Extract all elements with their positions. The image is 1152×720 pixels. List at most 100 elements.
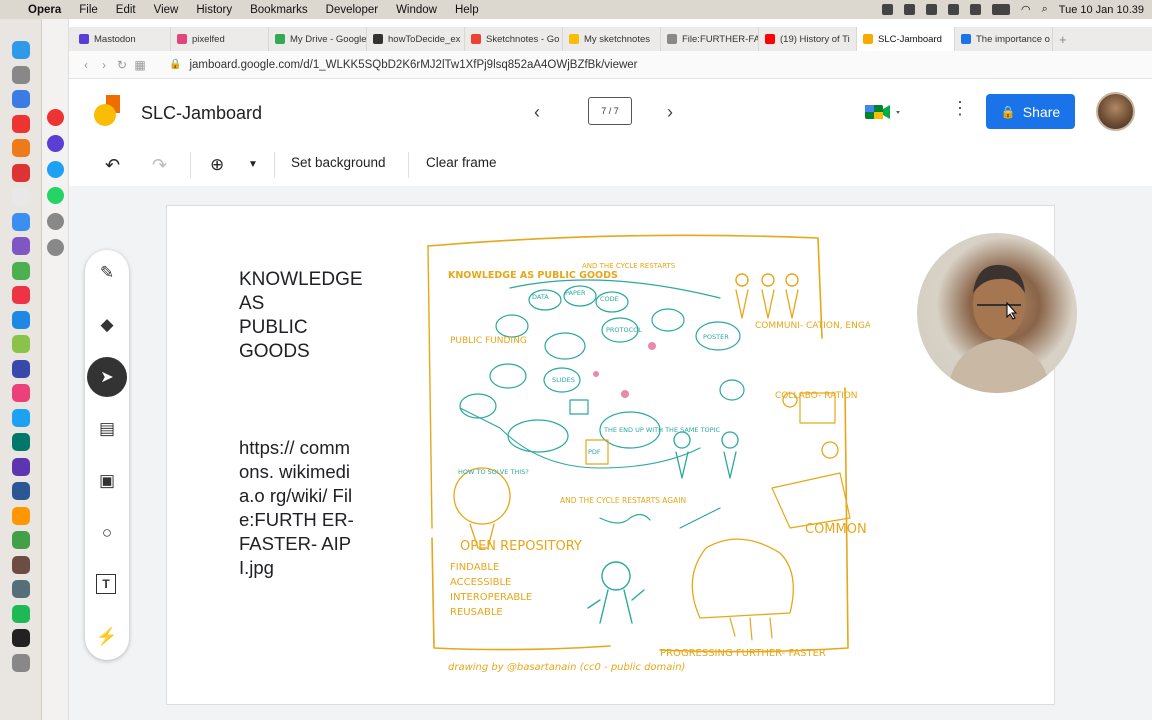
tab-google-drive[interactable]: My Drive - Google: [269, 27, 367, 51]
sidebar-shortcut-icon[interactable]: [47, 161, 64, 178]
dock-app-icon[interactable]: [12, 359, 30, 378]
tab-pixelfed[interactable]: pixelfed: [171, 27, 269, 51]
dock-app-icon[interactable]: [12, 310, 30, 329]
dock-app-icon[interactable]: [12, 114, 30, 133]
frame-text[interactable]: KNOWLEDGE AS PUBLIC GOODS https:// commo…: [239, 268, 363, 580]
menu-file[interactable]: File: [79, 4, 98, 16]
dock-app-icon[interactable]: [12, 212, 30, 231]
next-frame-icon[interactable]: ›: [667, 102, 673, 123]
dock-app-icon[interactable]: [12, 482, 30, 500]
dock-app-icon[interactable]: [12, 384, 30, 402]
dock-app-icon[interactable]: [12, 286, 30, 304]
dock-app-icon[interactable]: [12, 604, 30, 623]
menu-edit[interactable]: Edit: [116, 4, 136, 16]
status-icon[interactable]: [926, 4, 937, 15]
back-icon[interactable]: ‹: [77, 58, 95, 72]
user-avatar[interactable]: [1096, 92, 1135, 131]
previous-frame-icon[interactable]: ‹: [534, 102, 540, 123]
status-icon[interactable]: [970, 4, 981, 15]
wifi-icon[interactable]: ◠: [1021, 3, 1031, 16]
zoom-icon[interactable]: ⊕: [210, 155, 224, 175]
reload-icon[interactable]: ↻: [113, 58, 131, 72]
menu-view[interactable]: View: [154, 4, 179, 16]
laser-pointer-icon[interactable]: ⚡: [96, 626, 118, 648]
tabs-grid-icon[interactable]: ▦: [131, 58, 149, 72]
dock-app-icon[interactable]: [12, 408, 30, 427]
dock-app-icon[interactable]: [12, 531, 30, 549]
sketch-cycle-top: AND THE CYCLE RESTARTS: [582, 262, 676, 270]
sidebar-shortcut-icon[interactable]: [47, 239, 64, 256]
menu-history[interactable]: History: [196, 4, 232, 16]
sidebar-shortcut-icon[interactable]: [47, 187, 64, 204]
sketch-progressing: PROGRESSING FURTHER- FASTER: [660, 648, 826, 659]
frame-counter[interactable]: 7 / 7: [588, 97, 632, 125]
lock-icon: 🔒: [1000, 104, 1016, 119]
url-field[interactable]: jamboard.google.com/d/1_WLKK5SQbD2K6rMJ2…: [189, 59, 637, 71]
sticky-note-icon[interactable]: ▤: [96, 418, 118, 440]
new-tab-button[interactable]: +: [1059, 32, 1067, 47]
sidebar-shortcut-icon[interactable]: [47, 109, 64, 126]
circle-shape-icon[interactable]: ○: [96, 522, 118, 544]
zoom-dropdown-icon[interactable]: ▼: [248, 159, 258, 170]
dock-app-icon[interactable]: [12, 433, 30, 451]
tab-sketchnotes[interactable]: Sketchnotes - Go: [465, 27, 563, 51]
menubar-clock[interactable]: Tue 10 Jan 10.39: [1059, 4, 1144, 16]
toolbar-divider: [274, 152, 275, 178]
status-icon[interactable]: [904, 4, 915, 15]
tab-my-sketchnotes[interactable]: My sketchnotes: [563, 27, 661, 51]
dock-app-icon[interactable]: [12, 65, 30, 84]
tab-file-further[interactable]: File:FURTHER-FA: [661, 27, 759, 51]
document-title[interactable]: SLC-Jamboard: [141, 103, 262, 124]
dock-app-icon[interactable]: [12, 629, 30, 647]
select-tool-icon[interactable]: ➤: [87, 357, 127, 397]
dock-app-icon[interactable]: [12, 237, 30, 255]
tab-importance[interactable]: The importance o: [955, 27, 1053, 51]
clear-frame-button[interactable]: Clear frame: [426, 155, 497, 170]
tab-mastodon[interactable]: Mastodon: [73, 27, 171, 51]
dock-app-icon[interactable]: [12, 261, 30, 280]
dock-app-icon[interactable]: [12, 580, 30, 598]
tab-howtodecide[interactable]: howToDecide_ex: [367, 27, 465, 51]
sketch-common-goals: COMMON GOALS: [805, 522, 870, 537]
dock-app-icon[interactable]: [12, 555, 30, 574]
menu-developer[interactable]: Developer: [326, 4, 378, 16]
dock-app-icon[interactable]: [12, 506, 30, 525]
webcam-overlay[interactable]: [917, 233, 1077, 393]
frame-link-text[interactable]: https:// commons. wikimedia.o rg/wiki/ F…: [239, 436, 359, 580]
dock: [0, 19, 42, 720]
dock-app-icon[interactable]: [12, 163, 30, 182]
undo-icon[interactable]: ↶: [105, 155, 120, 176]
sidebar-shortcut-icon[interactable]: [47, 213, 64, 230]
add-image-icon[interactable]: ▣: [96, 470, 118, 492]
dock-app-icon[interactable]: [12, 653, 30, 672]
jam-toolbar: ↶ ↷ ⊕ ▼ Set background Clear frame: [69, 144, 1152, 186]
sketchnote-image[interactable]: KNOWLEDGE AS PUBLIC GOODS AND THE CYCLE …: [420, 228, 870, 698]
sidebar-shortcut-icon[interactable]: [47, 135, 64, 152]
dock-app-icon[interactable]: [12, 41, 30, 59]
dock-app-icon[interactable]: [12, 90, 30, 108]
menu-app-name[interactable]: Opera: [28, 4, 61, 16]
pen-tool-icon[interactable]: ✎: [96, 262, 118, 284]
menu-window[interactable]: Window: [396, 4, 437, 16]
dock-app-icon[interactable]: [12, 139, 30, 157]
tab-slc-jamboard[interactable]: SLC-Jamboard: [857, 27, 955, 51]
set-background-button[interactable]: Set background: [291, 155, 386, 170]
forward-icon[interactable]: ›: [95, 58, 113, 72]
search-icon[interactable]: ⌕: [1042, 3, 1048, 16]
dock-app-icon[interactable]: [12, 457, 30, 476]
redo-icon[interactable]: ↷: [152, 155, 167, 176]
menu-bookmarks[interactable]: Bookmarks: [250, 4, 308, 16]
battery-icon[interactable]: [992, 4, 1010, 15]
tab-youtube-history[interactable]: (19) History of Ti: [759, 27, 857, 51]
text-box-icon[interactable]: T: [96, 574, 116, 594]
sketch-open-repository: OPEN REPOSITORY: [460, 539, 582, 554]
status-icon[interactable]: [948, 4, 959, 15]
dock-app-icon[interactable]: [12, 188, 30, 206]
google-meet-icon[interactable]: [865, 103, 903, 121]
dock-app-icon[interactable]: [12, 335, 30, 353]
more-options-icon[interactable]: ⋮: [951, 98, 969, 119]
menu-help[interactable]: Help: [455, 4, 479, 16]
status-icon[interactable]: [882, 4, 893, 15]
share-button[interactable]: 🔒 Share: [986, 94, 1075, 129]
eraser-tool-icon[interactable]: ◆: [96, 314, 118, 336]
